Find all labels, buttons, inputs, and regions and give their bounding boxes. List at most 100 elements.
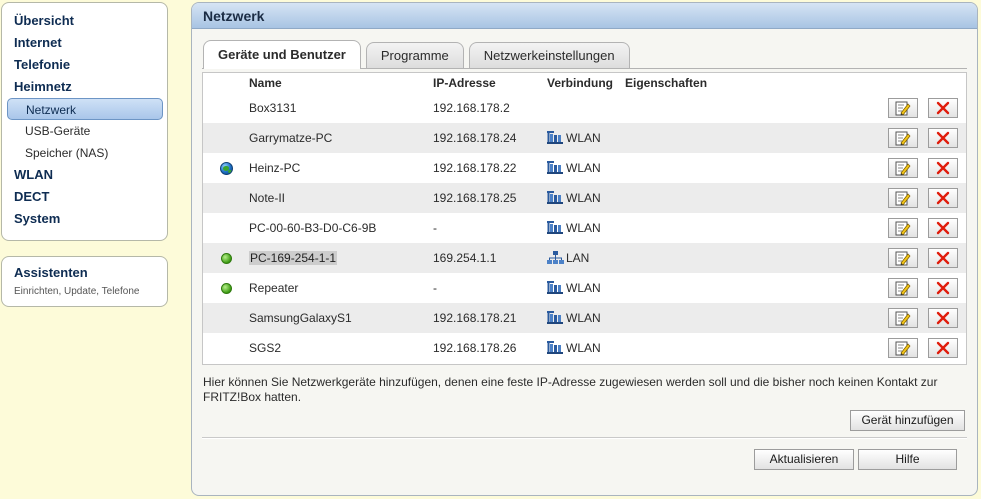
connection-cell: WLAN <box>547 191 625 205</box>
wlan-icon <box>547 161 563 174</box>
device-name: Heinz-PC <box>249 161 301 175</box>
edit-icon <box>895 311 911 326</box>
device-name-cell: Repeater <box>249 281 433 295</box>
panel-title: Netzwerk <box>192 3 977 29</box>
connection-cell: WLAN <box>547 161 625 175</box>
sidebar-item-usb-geräte[interactable]: USB-Geräte <box>2 120 167 142</box>
delete-button[interactable] <box>928 218 958 238</box>
device-name-cell: Note-II <box>249 191 433 205</box>
device-name: PC-169-254-1-1 <box>249 251 338 265</box>
internet-globe-icon <box>219 161 233 175</box>
delete-icon <box>936 221 950 235</box>
header-properties: Eigenschaften <box>625 76 708 90</box>
connection-type: WLAN <box>566 341 601 355</box>
table-row: SGS2 192.168.178.26 WLAN <box>203 333 966 363</box>
connection-type: WLAN <box>566 161 601 175</box>
delete-button[interactable] <box>928 278 958 298</box>
connection-cell: WLAN <box>547 281 625 295</box>
delete-button[interactable] <box>928 308 958 328</box>
sidebar-item-übersicht[interactable]: Übersicht <box>2 10 167 32</box>
sidebar-item-speicher-nas[interactable]: Speicher (NAS) <box>2 142 167 164</box>
add-device-button[interactable]: Gerät hinzufügen <box>850 410 965 431</box>
refresh-button[interactable]: Aktualisieren <box>754 449 854 470</box>
info-text: Hier können Sie Netzwerkgeräte hinzufüge… <box>203 375 938 404</box>
table-row: Note-II 192.168.178.25 WLAN <box>203 183 966 213</box>
ip-address: 192.168.178.25 <box>433 191 517 205</box>
sidebar-item-system[interactable]: System <box>2 208 167 230</box>
edit-button[interactable] <box>888 218 918 238</box>
edit-icon <box>895 251 911 266</box>
wlan-icon <box>547 191 563 204</box>
edit-button[interactable] <box>888 98 918 118</box>
header-name: Name <box>249 76 282 90</box>
device-name: Box3131 <box>249 101 297 115</box>
delete-icon <box>936 191 950 205</box>
ip-address: 192.168.178.24 <box>433 131 517 145</box>
edit-button[interactable] <box>888 278 918 298</box>
wlan-icon <box>547 341 563 354</box>
delete-button[interactable] <box>928 128 958 148</box>
row-actions <box>888 128 958 148</box>
delete-button[interactable] <box>928 188 958 208</box>
sidebar-item-internet[interactable]: Internet <box>2 32 167 54</box>
wlan-icon <box>547 281 563 294</box>
device-name: SGS2 <box>249 341 282 355</box>
wlan-icon <box>547 221 563 234</box>
connection-cell: LAN <box>547 251 625 265</box>
edit-button[interactable] <box>888 128 918 148</box>
device-name: PC-00-60-B3-D0-C6-9B <box>249 221 377 235</box>
delete-button[interactable] <box>928 338 958 358</box>
sidebar-item-telefonie[interactable]: Telefonie <box>2 54 167 76</box>
table-body: Box3131 192.168.178.2 Garrymatze-PC 192.168… <box>203 93 966 363</box>
connection-type: WLAN <box>566 131 601 145</box>
row-actions <box>888 278 958 298</box>
assistants-link[interactable]: Assistenten <box>14 264 155 281</box>
edit-button[interactable] <box>888 188 918 208</box>
tab-devices-users[interactable]: Geräte und Benutzer <box>203 40 361 69</box>
sidebar-item-wlan[interactable]: WLAN <box>2 164 167 186</box>
delete-button[interactable] <box>928 158 958 178</box>
device-name: Repeater <box>249 281 299 295</box>
row-actions <box>888 248 958 268</box>
delete-icon <box>936 101 950 115</box>
table-row: Repeater - WLAN <box>203 273 966 303</box>
edit-button[interactable] <box>888 248 918 268</box>
connection-type: WLAN <box>566 281 601 295</box>
ip-address: - <box>433 221 437 235</box>
connection-type: WLAN <box>566 311 601 325</box>
edit-button[interactable] <box>888 338 918 358</box>
connection-type: LAN <box>566 251 590 265</box>
lan-icon <box>547 251 564 264</box>
connection-cell: WLAN <box>547 341 625 355</box>
tab-network-settings[interactable]: Netzwerkeinstellungen <box>468 42 630 69</box>
sidebar-item-netzwerk[interactable]: Netzwerk <box>7 98 163 120</box>
device-name-cell: Garrymatze-PC <box>249 131 433 145</box>
device-name-cell: PC-00-60-B3-D0-C6-9B <box>249 221 433 235</box>
row-actions <box>888 308 958 328</box>
delete-icon <box>936 131 950 145</box>
delete-button[interactable] <box>928 248 958 268</box>
edit-icon <box>895 161 911 176</box>
connection-cell: WLAN <box>547 311 625 325</box>
assistants-box: Assistenten Einrichten, Update, Telefone <box>1 256 168 307</box>
sidebar-item-dect[interactable]: DECT <box>2 186 167 208</box>
edit-button[interactable] <box>888 308 918 328</box>
edit-icon <box>895 341 911 356</box>
tab-programs[interactable]: Programme <box>365 42 464 69</box>
wlan-icon <box>547 311 563 324</box>
edit-button[interactable] <box>888 158 918 178</box>
device-name-cell: Heinz-PC <box>249 161 433 175</box>
edit-icon <box>895 191 911 206</box>
table-row: Box3131 192.168.178.2 <box>203 93 966 123</box>
connection-type: WLAN <box>566 191 601 205</box>
table-row: SamsungGalaxyS1 192.168.178.21 WLAN <box>203 303 966 333</box>
sidebar-item-heimnetz[interactable]: Heimnetz <box>2 76 167 98</box>
divider <box>202 437 967 439</box>
row-actions <box>888 98 958 118</box>
row-actions <box>888 158 958 178</box>
main-navigation: Übersicht Internet Telefonie Heimnetz Netzwe… <box>1 2 168 241</box>
help-button[interactable]: Hilfe <box>858 449 957 470</box>
delete-button[interactable] <box>928 98 958 118</box>
connection-cell: WLAN <box>547 221 625 235</box>
row-actions <box>888 338 958 358</box>
